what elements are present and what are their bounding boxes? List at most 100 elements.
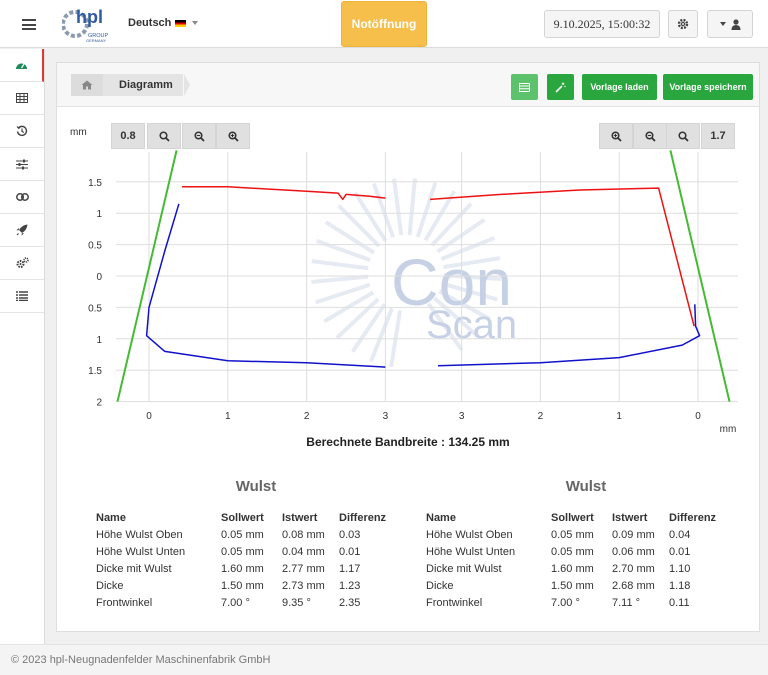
x-tick-label-right: 3: [459, 411, 465, 422]
sidebar-item-list[interactable]: [0, 280, 44, 313]
sidebar-item-history[interactable]: [0, 115, 44, 148]
cell-name: Höhe Wulst Unten: [96, 545, 186, 558]
cell-name: Frontwinkel: [426, 596, 483, 609]
cell-istwert: 2.70 mm: [612, 562, 655, 575]
cell-sollwert: 0.05 mm: [221, 528, 264, 541]
magic-wand-icon: [555, 82, 566, 93]
table-row: Höhe Wulst Unten 0.05 mm 0.04 mm 0.01: [96, 543, 396, 560]
cell-sollwert: 0.05 mm: [551, 545, 594, 558]
edit-button[interactable]: [547, 74, 574, 100]
table-icon: [519, 82, 530, 92]
chevron-down-icon: [192, 21, 199, 25]
cell-name: Dicke mit Wulst: [426, 562, 502, 575]
sidebar-item-table[interactable]: [0, 82, 44, 115]
y-tick-label: 0.5: [88, 241, 102, 252]
y-tick-label: 1: [96, 209, 102, 220]
profile-bottom-line: [145, 203, 386, 368]
cell-istwert: 0.08 mm: [282, 528, 325, 541]
x-tick-label-right: 0: [695, 411, 701, 422]
user-menu-button[interactable]: [707, 10, 753, 38]
profile-chart: ConScan 1.510.500.511.520 1 2 3 3 2 1 0mm: [88, 150, 738, 435]
sidebar: [0, 49, 45, 644]
table-row: Dicke mit Wulst 1.60 mm 2.70 mm 1.10: [426, 560, 726, 577]
breadcrumb-home[interactable]: [71, 74, 103, 96]
table-row: Dicke 1.50 mm 2.73 mm 1.23: [96, 577, 396, 594]
cell-name: Höhe Wulst Unten: [426, 545, 516, 558]
watermark-ray: [335, 297, 380, 340]
settings-button[interactable]: [668, 10, 698, 38]
table-row: Frontwinkel 7.00 ° 9.35 ° 2.35: [96, 594, 396, 611]
breadcrumb-arrow: [184, 74, 190, 96]
emergency-open-button[interactable]: Notöffnung: [341, 1, 427, 47]
load-template-button[interactable]: Vorlage laden: [582, 74, 657, 100]
header-istwert: Istwert: [282, 511, 318, 524]
header-name: Name: [96, 511, 126, 524]
sidebar-item-dashboard[interactable]: [0, 49, 44, 82]
header-name: Name: [426, 511, 456, 524]
watermark-ray: [337, 204, 381, 248]
wulst-table-right: Wulst Name Sollwert Istwert Differenz Hö…: [426, 478, 726, 611]
cell-differenz: 1.23: [339, 579, 361, 592]
caret-down-icon: [719, 22, 726, 26]
breadcrumb-current: Diagramm: [103, 74, 183, 96]
save-template-button[interactable]: Vorlage speichern: [663, 74, 753, 100]
x-tick-label-left: 0: [146, 411, 152, 422]
table-row: Höhe Wulst Unten 0.05 mm 0.06 mm 0.01: [426, 543, 726, 560]
watermark-ray: [311, 259, 369, 271]
cell-differenz: 0.03: [339, 528, 361, 541]
header-differenz: Differenz: [669, 511, 717, 524]
cell-sollwert: 1.50 mm: [551, 579, 594, 592]
header-sollwert: Sollwert: [221, 511, 264, 524]
sidebar-item-launch[interactable]: [0, 214, 44, 247]
top-bar: hpl GROUP GERMANY Deutsch Notöffnung 9.1…: [0, 0, 768, 48]
table-body: Höhe Wulst Oben 0.05 mm 0.09 mm 0.04 Höhe Wu…: [426, 526, 726, 611]
table-title: Wulst: [235, 478, 277, 495]
table-view-button[interactable]: [511, 74, 538, 100]
cell-differenz: 1.10: [669, 562, 691, 575]
cell-differenz: 0.01: [669, 545, 691, 558]
user-icon: [731, 18, 740, 30]
german-flag-icon: [175, 19, 187, 27]
cell-differenz: 1.18: [669, 579, 691, 592]
table-body: Höhe Wulst Oben 0.05 mm 0.08 mm 0.03 Höhe Wu…: [96, 526, 396, 611]
cell-istwert: 0.06 mm: [612, 545, 655, 558]
sidebar-item-settings[interactable]: [0, 148, 44, 181]
y-tick-label: 2: [96, 398, 102, 409]
home-icon: [81, 80, 93, 90]
cell-sollwert: 7.00 °: [551, 596, 580, 609]
cell-istwert: 2.77 mm: [282, 562, 325, 575]
watermark-scan: Scan: [426, 303, 517, 347]
link-icon: [15, 193, 29, 201]
header-differenz: Differenz: [339, 511, 387, 524]
cell-istwert: 7.11 °: [612, 596, 641, 609]
y-tick-label: 0: [96, 272, 102, 283]
table-title: Wulst: [565, 478, 607, 495]
cell-sollwert: 1.60 mm: [221, 562, 264, 575]
y-tick-label: 1: [96, 335, 102, 346]
dashboard-icon: [15, 63, 27, 69]
datetime-display: 9.10.2025, 15:00:32: [544, 10, 660, 38]
sidebar-item-configuration[interactable]: [0, 247, 44, 280]
logo-sub2: GERMANY: [86, 38, 107, 43]
card-header: Diagramm Vorlage laden Vorlage speichern: [57, 63, 759, 107]
menu-toggle-icon[interactable]: [22, 19, 36, 30]
cell-name: Höhe Wulst Oben: [96, 528, 183, 541]
cell-istwert: 9.35 °: [282, 596, 311, 609]
cell-sollwert: 7.00 °: [221, 596, 250, 609]
table-row: Dicke 1.50 mm 2.68 mm 1.18: [426, 577, 726, 594]
cell-name: Dicke: [426, 579, 454, 592]
cell-istwert: 2.73 mm: [282, 579, 325, 592]
language-select[interactable]: Deutsch: [128, 17, 199, 29]
cell-name: Dicke mit Wulst: [96, 562, 172, 575]
cell-differenz: 2.35: [339, 596, 361, 609]
cell-istwert: 0.09 mm: [612, 528, 655, 541]
sidebar-item-connection[interactable]: [0, 181, 44, 214]
logo-text: hpl: [76, 7, 103, 27]
watermark-ray: [430, 202, 473, 247]
cell-differenz: 0.11: [669, 596, 690, 609]
table-header-row: Name Sollwert Istwert Differenz: [96, 509, 396, 526]
header-sollwert: Sollwert: [551, 511, 594, 524]
cell-name: Frontwinkel: [96, 596, 153, 609]
cell-sollwert: 1.50 mm: [221, 579, 264, 592]
cell-name: Dicke: [96, 579, 124, 592]
